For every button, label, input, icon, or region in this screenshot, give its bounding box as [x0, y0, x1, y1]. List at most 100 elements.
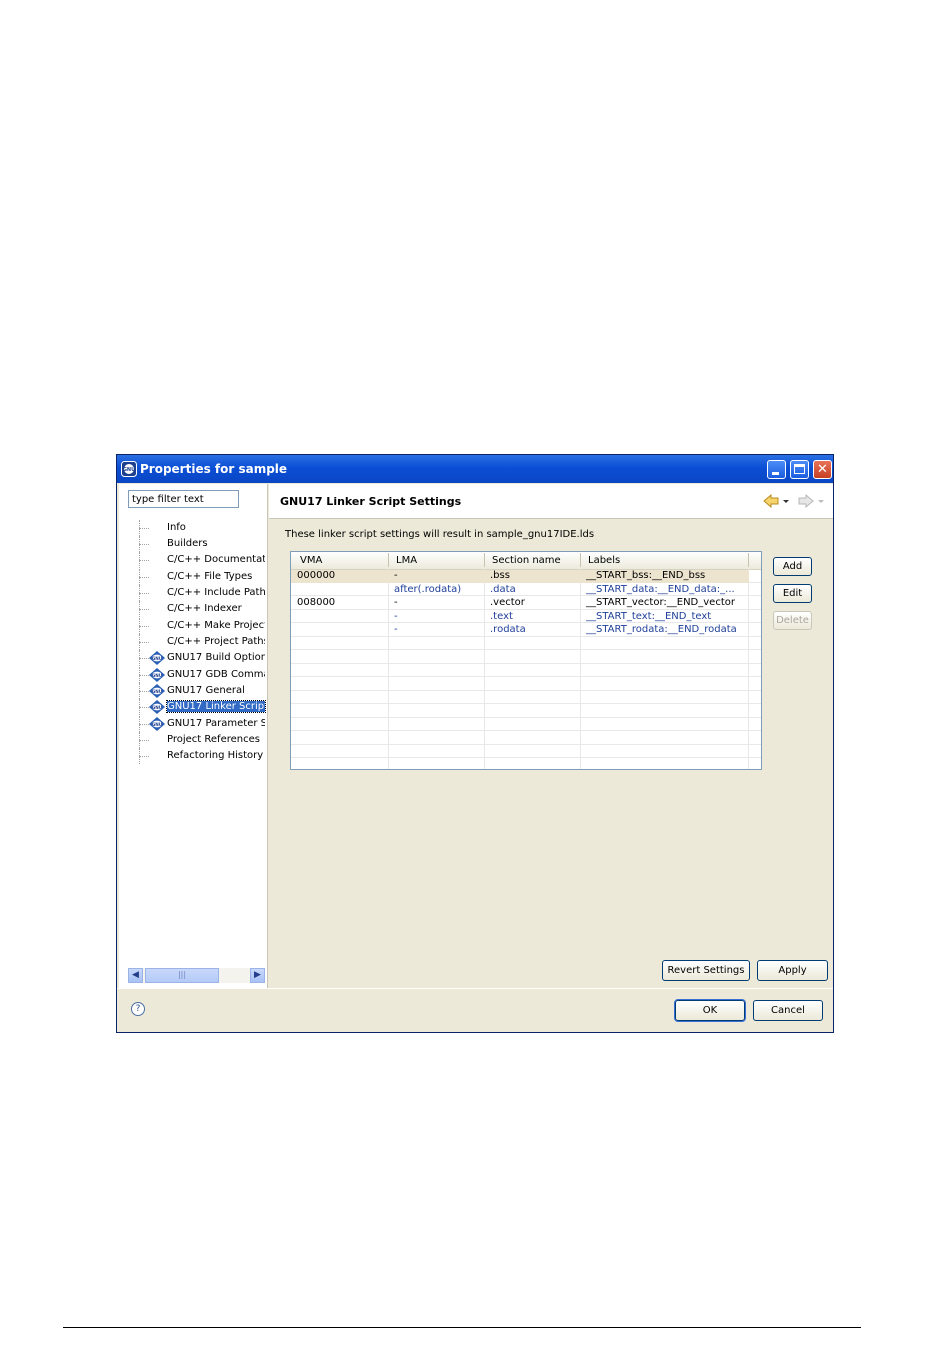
navigation-pane: Info Builders C/C++ Documentation C/C++ … [119, 484, 267, 988]
gnu-icon: GNU [121, 461, 137, 477]
table-row[interactable]: after(.rodata) .data __START_data:__END_… [291, 584, 749, 597]
svg-text:GNU: GNU [152, 705, 163, 710]
delete-button[interactable]: Delete [773, 611, 812, 630]
tree-item-cpp-include-paths[interactable]: C/C++ Include Paths [119, 585, 265, 601]
revert-settings-button[interactable]: Revert Settings [662, 960, 750, 981]
cell-lma: after(.rodata) [394, 584, 462, 595]
cell-lma: - [394, 597, 398, 608]
tree-item-cpp-indexer[interactable]: C/C++ Indexer [119, 601, 265, 617]
scroll-right-icon[interactable]: ▶ [250, 968, 265, 983]
svg-text:GNU: GNU [152, 722, 163, 727]
cancel-button[interactable]: Cancel [753, 1000, 823, 1021]
cell-section: .vector [490, 597, 525, 608]
svg-text:GNU: GNU [152, 689, 163, 694]
cell-section: .bss [490, 570, 510, 581]
tree-item-gnu17-parameter-settings[interactable]: GNU GNU17 Parameter Settings [119, 716, 265, 732]
gnu-icon: GNU [149, 717, 165, 731]
tree-item-project-references[interactable]: Project References [119, 732, 265, 748]
info-text: These linker script settings will result… [285, 529, 595, 540]
tree-item-label: C/C++ Indexer [167, 603, 242, 614]
tree-item-cpp-make-project[interactable]: C/C++ Make Project [119, 618, 265, 634]
cell-section: .rodata [490, 624, 526, 635]
tree-item-builders[interactable]: Builders [119, 536, 265, 552]
table-row[interactable]: 008000 - .vector __START_vector:__END_ve… [291, 597, 749, 610]
cell-lma: - [394, 570, 398, 581]
cell-vma: 008000 [297, 597, 336, 608]
tree-item-cpp-documentation[interactable]: C/C++ Documentation [119, 552, 265, 568]
close-button[interactable]: ✕ [813, 460, 832, 479]
table-row[interactable]: - .rodata __START_rodata:__END_rodata [291, 624, 749, 637]
tree-item-label: Project References [167, 734, 260, 745]
add-button[interactable]: Add [773, 557, 812, 576]
cell-lma: - [394, 611, 398, 622]
svg-text:GNU: GNU [152, 656, 163, 661]
tree-item-label: C/C++ Include Paths [167, 587, 265, 598]
tree-item-label: C/C++ File Types [167, 571, 253, 582]
maximize-button[interactable] [790, 460, 809, 479]
tree-item-label: GNU17 General [167, 685, 245, 696]
minimize-button[interactable] [767, 460, 786, 479]
cell-labels: __START_data:__END_data:_... [586, 584, 735, 595]
page-footer-rule [63, 1327, 861, 1328]
tree-item-label: C/C++ Documentation [167, 554, 265, 565]
tree-item-label: Refactoring History [167, 750, 264, 761]
title-bar[interactable]: GNU Properties for sample ✕ [117, 455, 833, 483]
ok-button[interactable]: OK [674, 999, 746, 1022]
table-header: VMA LMA Section name Labels [291, 552, 761, 570]
table-row[interactable]: - .text __START_text:__END_text [291, 611, 749, 624]
cell-labels: __START_vector:__END_vector [586, 597, 735, 608]
linker-sections-table[interactable]: VMA LMA Section name Labels 000000 - .bs… [290, 551, 762, 770]
page-title: GNU17 Linker Script Settings [280, 495, 462, 508]
properties-dialog: GNU Properties for sample ✕ Info Builder… [116, 454, 834, 1033]
filter-input[interactable] [128, 490, 239, 508]
tree-item-cpp-project-paths[interactable]: C/C++ Project Paths [119, 634, 265, 650]
edit-button[interactable]: Edit [773, 584, 812, 603]
tree-item-label: GNU17 Linker Script Settings [166, 700, 266, 713]
tree-item-info[interactable]: Info [119, 520, 265, 536]
page-header: GNU17 Linker Script Settings [269, 484, 833, 519]
minimize-icon [772, 472, 779, 475]
gnu-icon: GNU [149, 700, 165, 714]
pane-divider[interactable] [267, 484, 268, 988]
tree-item-cpp-file-types[interactable]: C/C++ File Types [119, 569, 265, 585]
tree-item-gnu17-linker-script-settings[interactable]: GNU GNU17 Linker Script Settings [119, 699, 266, 715]
cell-section: .text [490, 611, 513, 622]
tree-item-label: GNU17 GDB Command [167, 669, 265, 680]
column-header-lma[interactable]: LMA [396, 555, 417, 566]
svg-text:GNU: GNU [123, 467, 135, 473]
scroll-thumb[interactable]: ||| [145, 968, 219, 983]
forward-arrow-icon[interactable] [798, 494, 828, 508]
gnu-icon: GNU [149, 668, 165, 682]
apply-button[interactable]: Apply [757, 960, 828, 981]
cell-lma: - [394, 624, 398, 635]
tree-item-label: Builders [167, 538, 208, 549]
tree-item-gnu17-gdb-command[interactable]: GNU GNU17 GDB Command [119, 667, 265, 683]
help-icon[interactable]: ? [131, 1002, 145, 1016]
tree-item-label: Info [167, 522, 186, 533]
tree-item-refactoring-history[interactable]: Refactoring History [119, 748, 265, 764]
settings-page: GNU17 Linker Script Settings These linke… [269, 484, 833, 988]
back-arrow-icon[interactable] [763, 494, 793, 508]
tree-item-label: GNU17 Build Options [167, 652, 265, 663]
tree-item-gnu17-build-options[interactable]: GNU GNU17 Build Options [119, 650, 265, 666]
scroll-left-icon[interactable]: ◀ [128, 968, 143, 983]
cell-section: .data [490, 584, 516, 595]
svg-text:GNU: GNU [152, 673, 163, 678]
cell-labels: __START_bss:__END_bss [586, 570, 706, 581]
dialog-button-bar: ? OK Cancel [117, 988, 833, 1033]
horizontal-scrollbar[interactable]: ◀ ||| ▶ [128, 968, 265, 983]
column-header-vma[interactable]: VMA [300, 555, 322, 566]
column-header-section-name[interactable]: Section name [492, 555, 561, 566]
maximize-icon [794, 464, 805, 474]
cell-vma: 000000 [297, 570, 336, 581]
tree-item-gnu17-general[interactable]: GNU GNU17 General [119, 683, 265, 699]
tree-item-label: C/C++ Make Project [167, 620, 265, 631]
window-title: Properties for sample [140, 462, 288, 476]
cell-labels: __START_rodata:__END_rodata [586, 624, 737, 635]
gnu-icon: GNU [149, 684, 165, 698]
table-row[interactable]: 000000 - .bss __START_bss:__END_bss [291, 570, 749, 583]
cell-labels: __START_text:__END_text [586, 611, 712, 622]
gnu-icon: GNU [149, 651, 165, 665]
tree-item-label: C/C++ Project Paths [167, 636, 265, 647]
column-header-labels[interactable]: Labels [588, 555, 620, 566]
